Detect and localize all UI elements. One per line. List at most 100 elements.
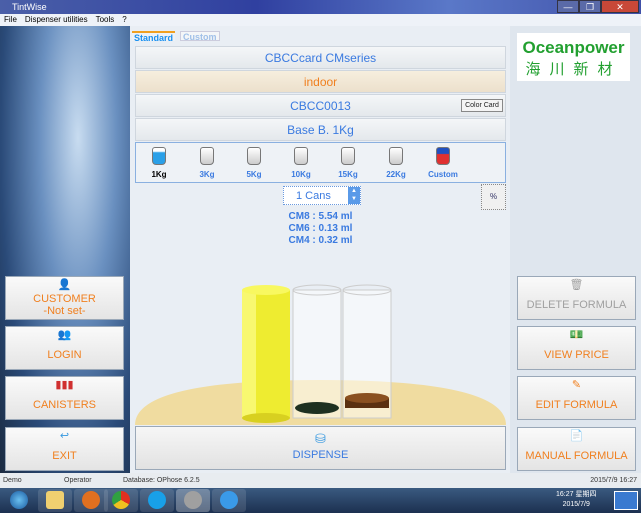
paint-can-icon	[152, 147, 166, 165]
clock-time: 16:27 星期四	[556, 491, 597, 498]
can-3kg[interactable]: 3Kg	[187, 147, 227, 179]
delete-formula-button[interactable]: 🗑 DELETE FORMULA	[517, 276, 636, 320]
paint-can-icon	[247, 147, 261, 165]
taskbar-chrome[interactable]	[104, 489, 138, 512]
window-controls: — ❐ ✕	[557, 0, 639, 13]
menu-help[interactable]: ?	[122, 14, 126, 26]
taskbar-app-blue[interactable]	[212, 489, 246, 512]
colorant-amount: CM6 : 0.13 ml	[288, 223, 353, 234]
document-icon: 📄	[569, 430, 584, 442]
taskbar-clock[interactable]: 16:27 星期四 2015/7/9	[556, 490, 596, 510]
can-1kg[interactable]: 1Kg	[139, 147, 179, 179]
base-label: Base B. 1Kg	[135, 118, 506, 141]
spinner-arrows-icon[interactable]: ▲ ▼	[348, 187, 360, 204]
taskbar-explorer[interactable]	[38, 489, 72, 512]
cans-value: 1 Cans	[296, 190, 331, 202]
color-code: CBCC0013	[135, 94, 506, 117]
paint-can-icon	[389, 147, 403, 165]
login-user-icon: 👥	[57, 329, 72, 341]
colorant-amount: CM4 : 0.32 ml	[288, 235, 353, 246]
colorant-visualization	[135, 284, 506, 425]
window-title: TintWise	[12, 2, 47, 12]
dispense-label: DISPENSE	[292, 449, 349, 461]
color-card-series: CBCCcard CMseries	[135, 46, 506, 69]
menu-dispenser-utilities[interactable]: Dispenser utilities	[25, 14, 88, 26]
cylinder-cm4	[342, 284, 392, 419]
minimize-button[interactable]: —	[557, 0, 579, 13]
canisters-icon: ▮▮▮	[55, 379, 74, 391]
can-custom[interactable]: Custom	[423, 147, 463, 179]
can-label: 22Kg	[386, 170, 406, 179]
cans-quantity-spinner[interactable]: 1 Cans ▲ ▼	[283, 186, 361, 205]
menu-file[interactable]: File	[4, 14, 17, 26]
status-mode: Demo	[3, 477, 22, 484]
can-5kg[interactable]: 5Kg	[234, 147, 274, 179]
can-label: 1Kg	[151, 170, 167, 179]
taskbar-app-orange[interactable]	[74, 489, 108, 512]
can-label: 15Kg	[338, 170, 358, 179]
tab-custom[interactable]: Custom	[180, 31, 220, 42]
price-icon: 💵	[569, 329, 584, 341]
paint-can-icon	[294, 147, 308, 165]
can-15kg[interactable]: 15Kg	[328, 147, 368, 179]
skype-icon	[148, 491, 166, 509]
start-button[interactable]	[2, 489, 36, 512]
calendar-icon[interactable]	[614, 491, 638, 510]
view-price-button[interactable]: 💵 VIEW PRICE	[517, 326, 636, 370]
oceanpower-logo: Oceanpower 海川新材	[517, 33, 630, 81]
colorant-amount: CM8 : 5.54 ml	[288, 211, 353, 222]
taskbar-skype[interactable]	[140, 489, 174, 512]
chrome-icon	[112, 491, 130, 509]
can-label: 3Kg	[199, 170, 215, 179]
status-database: Database: OPhose 6.2.5	[123, 477, 200, 484]
maximize-button[interactable]: ❐	[579, 0, 601, 13]
status-bar: Demo Operator Database: OPhose 6.2.5 201…	[0, 473, 641, 488]
cylinder-cm8	[242, 285, 290, 423]
windows-start-icon	[10, 491, 28, 509]
paint-can-icon	[436, 147, 450, 165]
customer-button[interactable]: 👤 CUSTOMER -Not set-	[5, 276, 124, 320]
dispense-button[interactable]: ⛁ DISPENSE	[135, 426, 506, 470]
trash-icon: 🗑	[569, 279, 584, 291]
taskbar-tintwise[interactable]	[176, 489, 210, 512]
percent-calculator-button[interactable]: %	[481, 184, 506, 210]
exit-button[interactable]: ↩ EXIT	[5, 427, 124, 471]
can-10kg[interactable]: 10Kg	[281, 147, 321, 179]
clock-date: 2015/7/9	[562, 501, 590, 508]
customer-label: CUSTOMER	[33, 293, 96, 305]
canisters-button[interactable]: ▮▮▮ CANISTERS	[5, 376, 124, 420]
edit-formula-label: EDIT FORMULA	[535, 399, 618, 411]
customer-icon: 👤	[57, 279, 72, 291]
delete-formula-label: DELETE FORMULA	[526, 299, 627, 311]
percent-calculator-icon: %	[489, 192, 498, 201]
cylinder-cm6	[292, 284, 342, 419]
can-22kg[interactable]: 22Kg	[376, 147, 416, 179]
logo-text: Oceanpower	[522, 38, 625, 57]
app-icon	[82, 491, 100, 509]
paint-can-icon	[200, 147, 214, 165]
title-bar: TintWise	[0, 0, 641, 14]
manual-formula-button[interactable]: 📄 MANUAL FORMULA	[517, 427, 636, 471]
tab-standard[interactable]: Standard	[132, 31, 176, 43]
customer-status: -Not set-	[43, 305, 86, 317]
exit-arrow-icon: ↩	[59, 430, 70, 442]
paint-can-icon	[341, 147, 355, 165]
canisters-label: CANISTERS	[33, 399, 96, 411]
app-icon	[220, 491, 238, 509]
taskbar: 16:27 星期四 2015/7/9	[0, 488, 641, 513]
can-label: 10Kg	[291, 170, 311, 179]
close-button[interactable]: ✕	[601, 0, 639, 13]
edit-pencil-icon: ✎	[571, 379, 582, 391]
edit-formula-button[interactable]: ✎ EDIT FORMULA	[517, 376, 636, 420]
menu-tools[interactable]: Tools	[96, 14, 115, 26]
dispense-icon: ⛁	[315, 431, 326, 446]
logo-subtext: 海川新材	[525, 61, 622, 78]
can-size-selector: 1Kg 3Kg 5Kg 10Kg 15Kg 22Kg Custom	[135, 142, 506, 183]
usage-label: indoor	[135, 70, 506, 93]
color-card-button[interactable]: Color Card	[461, 99, 503, 112]
tintwise-icon	[184, 491, 202, 509]
exit-label: EXIT	[52, 450, 77, 462]
login-label: LOGIN	[47, 349, 82, 361]
menu-bar: File Dispenser utilities Tools ?	[0, 14, 641, 26]
login-button[interactable]: 👥 LOGIN	[5, 326, 124, 370]
